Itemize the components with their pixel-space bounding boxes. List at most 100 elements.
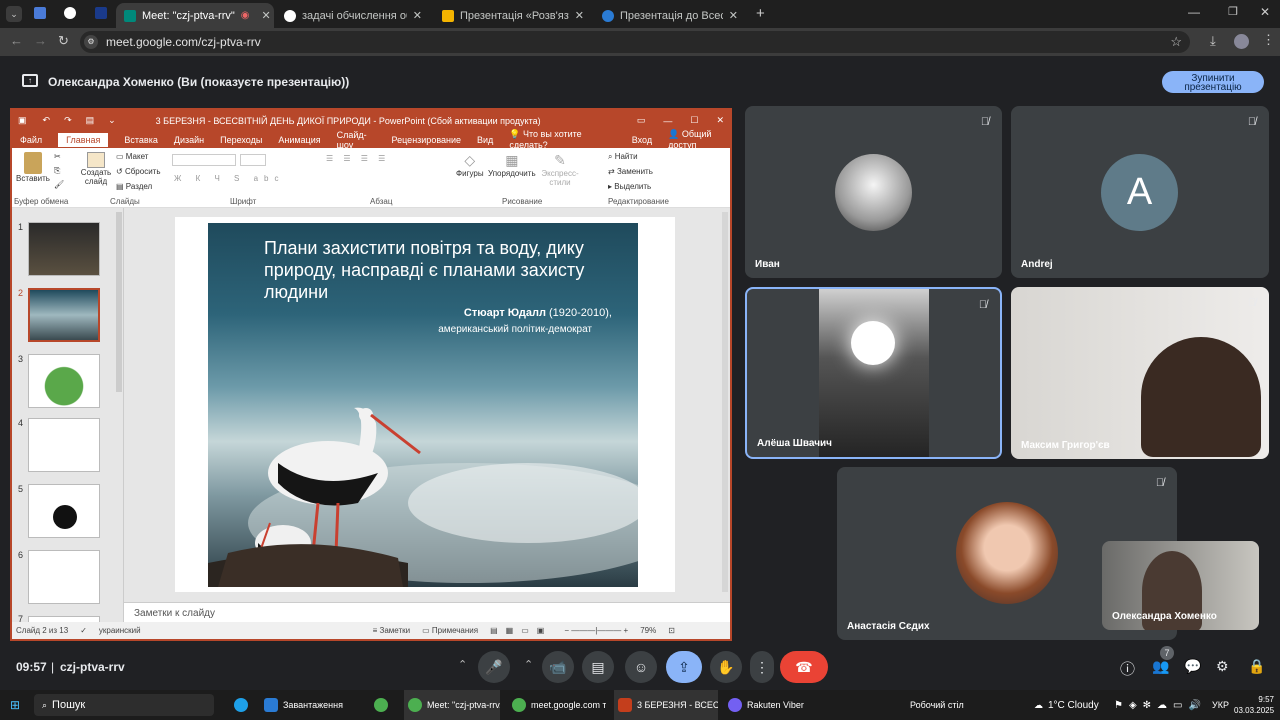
participant-tile-alesha[interactable]: 🎙̸ Алёша Швачич bbox=[745, 287, 1002, 459]
fit-slide-icon[interactable]: ⊡ bbox=[668, 626, 675, 635]
font-format-icons[interactable]: Ж К Ч S abc bbox=[174, 174, 285, 183]
taskbar-meet[interactable]: Meet: "czj-ptva-rrv... bbox=[404, 690, 500, 720]
info-icon[interactable]: ⓘ bbox=[1120, 658, 1135, 679]
pinned-tab-3[interactable] bbox=[95, 7, 107, 19]
chat-icon[interactable]: 💬 bbox=[1184, 658, 1201, 675]
taskbar-powerpoint[interactable]: 3 БЕРЕЗНЯ - ВСЕС... bbox=[614, 690, 718, 720]
section-button[interactable]: ▤ Раздел bbox=[116, 182, 152, 191]
zoom-slider[interactable]: − ———|——— + bbox=[564, 626, 628, 635]
menu-icon[interactable]: ⋮ bbox=[1262, 32, 1275, 48]
participant-tile-andrej[interactable]: A 🎙̸ Andrej bbox=[1011, 106, 1269, 278]
close-tab-icon[interactable]: ✕ bbox=[262, 9, 271, 22]
thumbnail-scrollbar[interactable] bbox=[116, 212, 122, 392]
raise-hand-button[interactable]: ✋ bbox=[710, 651, 742, 683]
reset-button[interactable]: ↺ Сбросить bbox=[116, 167, 161, 176]
close-tab-icon[interactable]: ✕ bbox=[729, 9, 738, 22]
save-icon[interactable]: ▣ bbox=[18, 115, 27, 126]
tab-view[interactable]: Вид bbox=[477, 135, 493, 145]
tray-icons[interactable]: ⚑◈✻☁▭🔊 bbox=[1114, 690, 1207, 720]
tab-search-button[interactable]: ⌄ bbox=[6, 6, 22, 22]
ppt-maximize-icon[interactable]: ☐ bbox=[690, 115, 698, 126]
paragraph-icons[interactable]: ☰ ☰ ☰ ☰ bbox=[326, 154, 389, 163]
participant-tile-maksym[interactable]: 🎙̸ Максим Григор'єв bbox=[1011, 287, 1269, 459]
close-window-icon[interactable]: ✕ bbox=[1260, 5, 1270, 19]
ppt-minimize-icon[interactable]: — bbox=[663, 116, 672, 126]
arrange-button[interactable]: ▦ Упорядочить bbox=[488, 152, 536, 178]
activities-icon[interactable]: ⚙ bbox=[1216, 658, 1229, 675]
bookmark-star-icon[interactable]: ☆ bbox=[1170, 31, 1182, 53]
taskbar-meet-2[interactable]: meet.google.com т... bbox=[508, 690, 606, 720]
undo-icon[interactable]: ↶ bbox=[43, 115, 51, 126]
comments-toggle[interactable]: ▭ Примечания bbox=[422, 626, 478, 635]
input-language[interactable]: УКР bbox=[1212, 690, 1229, 720]
thumbnail-slide-1[interactable] bbox=[28, 222, 100, 276]
shapes-button[interactable]: ◇ Фигуры bbox=[456, 152, 484, 178]
tab-meet[interactable]: Meet: "czj-ptva-rrv" ◉ ✕ bbox=[116, 3, 274, 28]
close-tab-icon[interactable]: ✕ bbox=[575, 9, 584, 22]
url-field[interactable]: ⚙ meet.google.com/czj-ptva-rrv ☆ bbox=[80, 31, 1190, 53]
new-slide-button[interactable]: Создать слайд bbox=[80, 152, 112, 186]
taskbar-downloads[interactable]: Завантаження bbox=[264, 690, 356, 720]
end-call-button[interactable]: ☎ bbox=[780, 651, 828, 683]
forward-icon[interactable]: → bbox=[34, 33, 47, 48]
font-size-field[interactable] bbox=[240, 154, 266, 166]
search-box[interactable]: ⌕ Пошук bbox=[34, 694, 214, 716]
reload-icon[interactable]: ↻ bbox=[58, 33, 69, 49]
more-options-button[interactable]: ⋮ bbox=[750, 651, 774, 683]
current-slide[interactable]: Плани захистити повітря та воду, дику пр… bbox=[175, 217, 675, 592]
spellcheck-icon[interactable]: ✓ bbox=[80, 626, 87, 635]
thumbnail-slide-2[interactable] bbox=[28, 288, 100, 342]
camera-options-icon[interactable]: ⌃ bbox=[524, 658, 533, 671]
thumbnail-slide-3[interactable] bbox=[28, 354, 100, 408]
tab-file[interactable]: Файл bbox=[20, 135, 42, 145]
pinned-tab-2[interactable] bbox=[64, 7, 76, 19]
thumbnail-slide-4[interactable] bbox=[28, 418, 100, 472]
tab-review[interactable]: Рецензирование bbox=[392, 135, 462, 145]
tab-transitions[interactable]: Переходы bbox=[220, 135, 262, 145]
view-buttons[interactable]: ▤▦▭▣ bbox=[490, 626, 552, 635]
sign-in-link[interactable]: Вход bbox=[632, 135, 652, 145]
camera-button[interactable]: 📹 bbox=[542, 651, 574, 683]
desktop-label[interactable]: Робочий стіл bbox=[910, 690, 964, 720]
tab-slideshow[interactable]: Слайд-шоу bbox=[337, 130, 376, 150]
restore-icon[interactable]: ❐ bbox=[1228, 5, 1238, 18]
weather-widget[interactable]: ☁ 1°C Cloudy bbox=[1034, 690, 1099, 720]
close-tab-icon[interactable]: ✕ bbox=[413, 9, 422, 22]
layout-button[interactable]: ▭ Макет bbox=[116, 152, 148, 161]
tell-me-field[interactable]: 💡 Что вы хотите сделать? bbox=[509, 129, 603, 150]
new-tab-button[interactable]: + bbox=[756, 5, 765, 22]
tab-4[interactable]: Презентація до Всесвітнього ... ✕ bbox=[594, 3, 746, 28]
tab-design[interactable]: Дизайн bbox=[174, 135, 204, 145]
participant-tile-ivan[interactable]: 🎙̸ Иван bbox=[745, 106, 1002, 278]
copy-icon[interactable]: ⎘ bbox=[54, 166, 60, 176]
replace-button[interactable]: ⇄ Заменить bbox=[608, 167, 653, 176]
tab-animation[interactable]: Анимация bbox=[278, 135, 320, 145]
clock[interactable]: 9:57 03.03.2025 bbox=[1234, 694, 1274, 716]
ppt-close-icon[interactable]: ✕ bbox=[716, 115, 724, 126]
start-button[interactable]: ⊞ bbox=[10, 690, 20, 720]
avatar[interactable] bbox=[1234, 34, 1249, 49]
tab-home[interactable]: Главная bbox=[58, 132, 109, 147]
quick-styles-button[interactable]: ✎ Экспресс-стили bbox=[540, 152, 580, 187]
mic-button[interactable]: 🎤 bbox=[478, 651, 510, 683]
edge-icon[interactable] bbox=[234, 690, 248, 720]
minimize-icon[interactable]: — bbox=[1188, 5, 1200, 19]
thumbnail-slide-6[interactable] bbox=[28, 550, 100, 604]
share-button[interactable]: 👤 Общий доступ bbox=[668, 129, 730, 150]
back-icon[interactable]: ← bbox=[10, 33, 23, 48]
host-controls-icon[interactable]: 🔒 bbox=[1248, 658, 1265, 675]
thumbnail-slide-5[interactable] bbox=[28, 484, 100, 538]
tab-3[interactable]: Презентація «Розв'язування р... ✕ bbox=[434, 3, 592, 28]
pinned-tab-1[interactable] bbox=[34, 7, 46, 19]
select-button[interactable]: ▸ Выделить bbox=[608, 182, 651, 191]
customize-icon[interactable]: ⌄ bbox=[108, 115, 116, 126]
slide-scrollbar[interactable] bbox=[722, 212, 728, 592]
format-painter-icon[interactable]: 🖌 bbox=[54, 180, 64, 189]
present-button[interactable]: ⇪ bbox=[666, 651, 702, 683]
redo-icon[interactable]: ↷ bbox=[64, 115, 72, 126]
paste-button[interactable]: Вставить bbox=[16, 152, 50, 183]
slideshow-icon[interactable]: ▤ bbox=[86, 115, 95, 126]
font-name-field[interactable] bbox=[172, 154, 236, 166]
emoji-button[interactable]: ☺ bbox=[625, 651, 657, 683]
tab-insert[interactable]: Вставка bbox=[124, 135, 157, 145]
